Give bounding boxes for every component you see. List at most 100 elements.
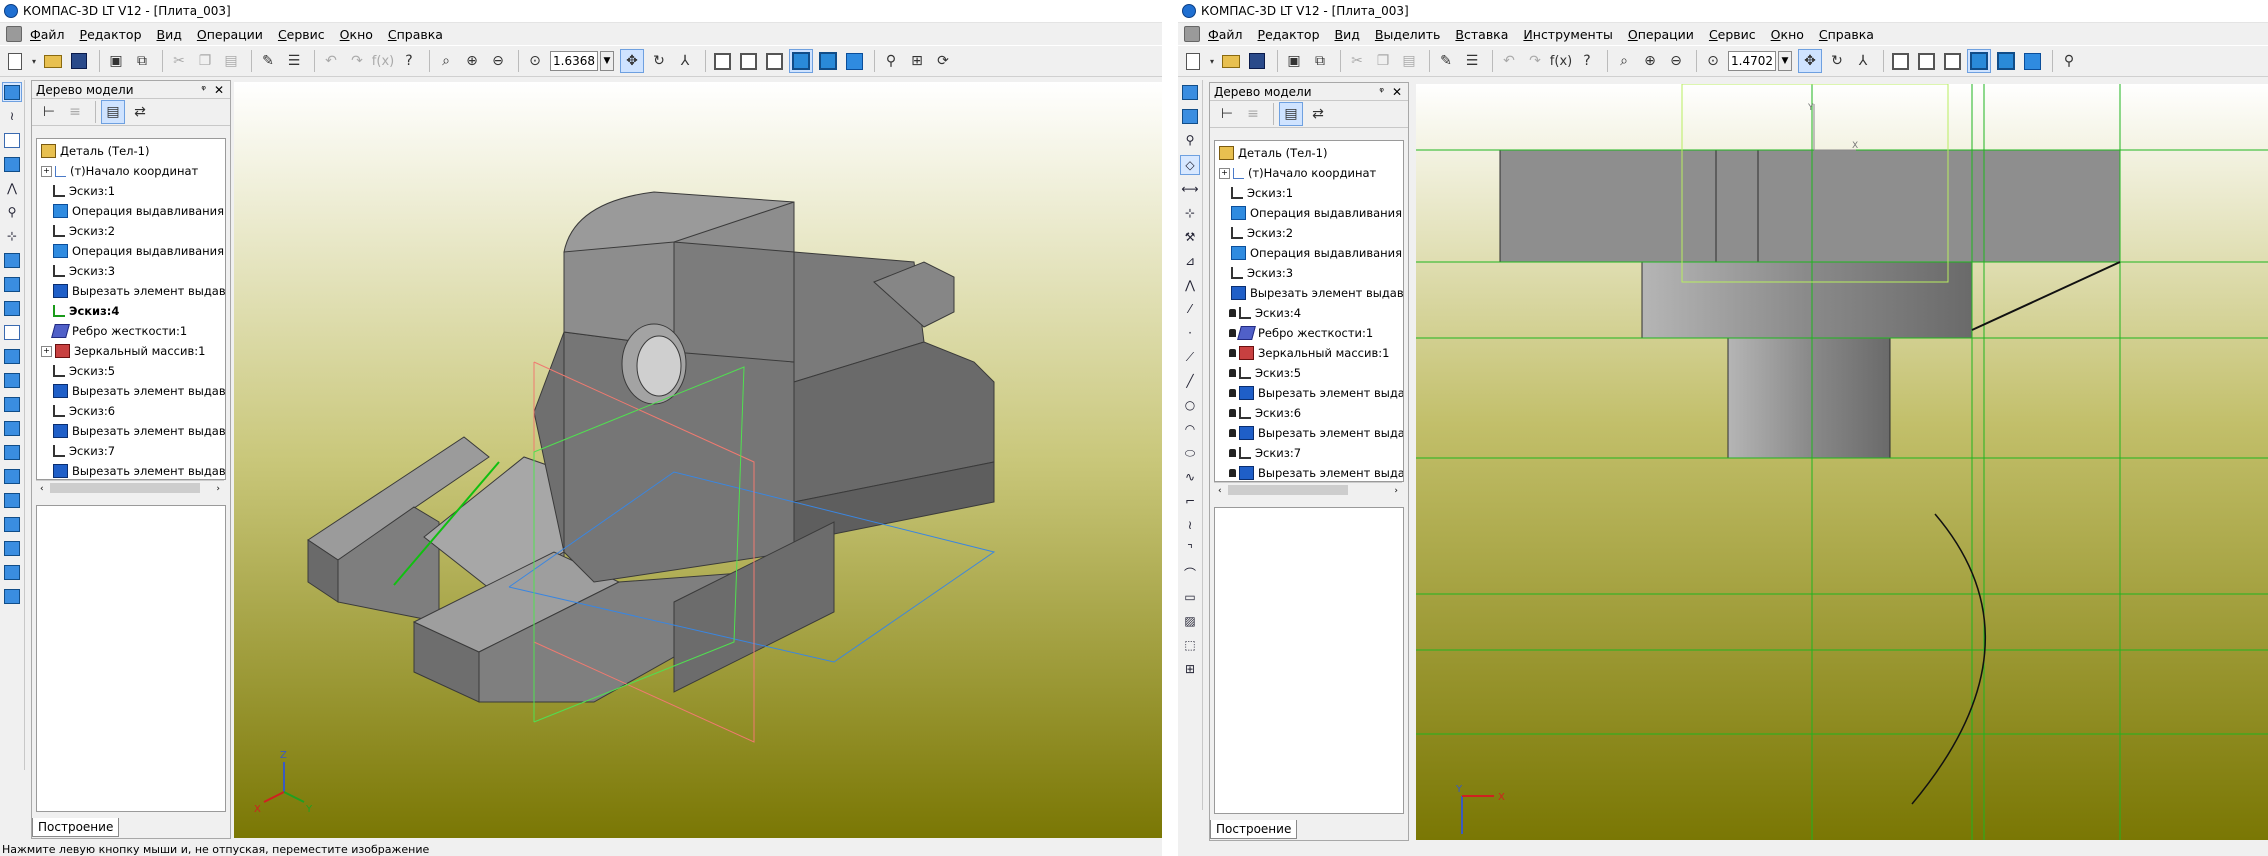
zoom-window-icon[interactable]: ⌕ — [435, 50, 457, 72]
tree-item[interactable]: Операция выдавливания:1 — [1215, 203, 1403, 223]
tool-select-icon[interactable]: ⁄ — [1181, 300, 1199, 318]
menu-operations[interactable]: Операции — [197, 27, 263, 42]
menu-edit[interactable]: Редактор — [1258, 27, 1320, 42]
menu-operations[interactable]: Операции — [1628, 27, 1694, 42]
zoom-in-icon[interactable]: ⊕ — [461, 50, 483, 72]
menu-edit[interactable]: Редактор — [80, 27, 142, 42]
zoom-out-icon[interactable]: ⊖ — [487, 50, 509, 72]
close-icon[interactable]: ✕ — [214, 83, 224, 97]
tree-view-icon[interactable]: ▤ — [1279, 102, 1303, 126]
zoom-dynamic-icon[interactable]: ⊙ — [1702, 50, 1724, 72]
expand-icon[interactable]: + — [1219, 167, 1230, 179]
tool-filter-icon[interactable]: ⚲ — [3, 203, 21, 221]
halftone-icon[interactable] — [789, 49, 813, 73]
tool-ellipse-icon[interactable]: ⬭ — [1181, 444, 1199, 462]
tree-item[interactable]: Вырезать элемент выдавливания:4 — [37, 461, 225, 479]
perspective-icon[interactable] — [2021, 50, 2043, 72]
tool-aux-line-icon[interactable]: ⟋ — [1181, 348, 1199, 366]
zoom-scale-dropdown[interactable]: ▼ — [1778, 51, 1792, 71]
tool-measure-icon[interactable]: ⊹ — [3, 227, 21, 245]
menu-help[interactable]: Справка — [388, 27, 443, 42]
halftone-edges-icon[interactable] — [817, 50, 839, 72]
tree-item[interactable]: Вырезать элемент выдавливания:3 — [37, 421, 225, 441]
tool-dimensions-icon[interactable]: ⟷ — [1181, 180, 1199, 198]
document-manager-icon[interactable]: ⧉ — [1309, 50, 1331, 72]
library-icon[interactable]: ☰ — [283, 50, 305, 72]
expand-icon[interactable]: + — [41, 165, 52, 177]
cut-icon[interactable]: ✂ — [168, 50, 190, 72]
rebuild-icon[interactable]: ⟳ — [932, 50, 954, 72]
tree-item[interactable]: + (т)Начало координат — [1215, 163, 1403, 183]
pan-icon[interactable]: ✥ — [620, 49, 644, 73]
hidden-lines-icon[interactable] — [737, 50, 759, 72]
tool-section-icon[interactable] — [3, 515, 21, 533]
document-menu-icon[interactable] — [1184, 26, 1200, 42]
tool-chamfer-icon[interactable] — [3, 395, 21, 413]
tool-surfaces-icon[interactable] — [3, 131, 21, 149]
tree-item[interactable]: Вырезать элемент выдавливания:2 — [1215, 383, 1403, 403]
menu-window[interactable]: Окно — [340, 27, 373, 42]
tree-relations-icon[interactable]: ⇄ — [1307, 103, 1329, 125]
menu-help[interactable]: Справка — [1819, 27, 1874, 42]
variables-fx-icon[interactable]: f(x) — [372, 50, 394, 72]
new-document-icon[interactable] — [1182, 50, 1204, 72]
properties-brush-icon[interactable]: ✎ — [257, 50, 279, 72]
save-icon[interactable] — [1246, 50, 1268, 72]
wireframe-icon[interactable] — [711, 50, 733, 72]
tool-rotate-op-icon[interactable] — [3, 275, 21, 293]
tree-structure-icon[interactable]: ⊢ — [1216, 103, 1238, 125]
tool-symbols-icon[interactable]: ⊹ — [1181, 204, 1199, 222]
zoom-out-icon[interactable]: ⊖ — [1665, 50, 1687, 72]
scroll-right-icon[interactable]: › — [216, 484, 220, 494]
tree-item[interactable]: Вырезать элемент выдавливания:3 — [1215, 423, 1403, 443]
rotate-icon[interactable]: ↻ — [1826, 50, 1848, 72]
help-pointer-icon[interactable]: ? — [398, 50, 420, 72]
tool-bezier-icon[interactable]: ≀ — [1181, 516, 1199, 534]
tree-item[interactable]: Эскиз:5 — [1215, 363, 1403, 383]
tool-spline-icon[interactable]: ∿ — [1181, 468, 1199, 486]
tool-chamfer-icon[interactable]: ⌝ — [1181, 540, 1199, 558]
zoom-dynamic-icon[interactable]: ⊙ — [524, 50, 546, 72]
library-icon[interactable]: ☰ — [1461, 50, 1483, 72]
tree-item[interactable]: Эскиз:1 — [37, 181, 225, 201]
tree-item[interactable]: Эскиз:7 — [1215, 443, 1403, 463]
zoom-scale-dropdown[interactable]: ▼ — [600, 51, 614, 71]
paste-icon[interactable]: ▤ — [220, 50, 242, 72]
tree-item[interactable]: Эскиз:7 — [37, 441, 225, 461]
tree-item[interactable]: + Зеркальный массив:1 — [37, 341, 225, 361]
perspective-icon[interactable] — [843, 50, 865, 72]
menu-service[interactable]: Сервис — [278, 27, 325, 42]
zoom-window-icon[interactable]: ⌕ — [1613, 50, 1635, 72]
tool-extrude-icon[interactable] — [3, 251, 21, 269]
tree-item[interactable]: Вырезать элемент выдавливания:1 — [37, 281, 225, 301]
tool-hatch-icon[interactable]: ▨ — [1181, 612, 1199, 630]
tool-mirror-icon[interactable] — [3, 539, 21, 557]
tool-fillet-icon[interactable]: ⌒ — [1181, 564, 1199, 582]
tree-item[interactable]: Эскиз:4 — [1215, 303, 1403, 323]
tree-relations-icon[interactable]: ⇄ — [129, 101, 151, 123]
tool-auxiliary-icon[interactable]: ⋀ — [3, 179, 21, 197]
tree-item[interactable]: Вырезать элемент выдавливания:4 — [1215, 463, 1403, 481]
tool-point-icon[interactable]: · — [1181, 324, 1199, 342]
tree-item[interactable]: Вырезать элемент выдавливания:2 — [37, 381, 225, 401]
scroll-left-icon[interactable]: ‹ — [1218, 486, 1222, 496]
tool-arc-icon[interactable]: ◠ — [1181, 420, 1199, 438]
tool-thread-icon[interactable] — [3, 587, 21, 605]
new-dropdown-icon[interactable]: ▾ — [1208, 50, 1216, 72]
tree-item[interactable]: Деталь (Тел-1) — [1215, 143, 1403, 163]
tree-scroll-thumb[interactable] — [50, 483, 200, 493]
tree-item[interactable]: Эскиз:1 — [1215, 183, 1403, 203]
tab-build[interactable]: Построение — [32, 818, 120, 837]
sketch-viewport[interactable]: Y X X Y — [1416, 84, 2268, 840]
sketch-view[interactable]: Y X X Y — [1416, 84, 2268, 840]
rotate-icon[interactable]: ↻ — [648, 50, 670, 72]
tool-cut-extrude-icon[interactable] — [3, 347, 21, 365]
redo-icon[interactable]: ↷ — [1524, 50, 1546, 72]
undo-icon[interactable]: ↶ — [320, 50, 342, 72]
tree-item[interactable]: Деталь (Тел-1) — [37, 141, 225, 161]
pin-icon[interactable]: ᵠ — [1379, 85, 1384, 98]
menu-window[interactable]: Окно — [1771, 27, 1804, 42]
menu-select[interactable]: Выделить — [1375, 27, 1441, 42]
paste-icon[interactable]: ▤ — [1398, 50, 1420, 72]
tree-item[interactable]: Эскиз:6 — [1215, 403, 1403, 423]
